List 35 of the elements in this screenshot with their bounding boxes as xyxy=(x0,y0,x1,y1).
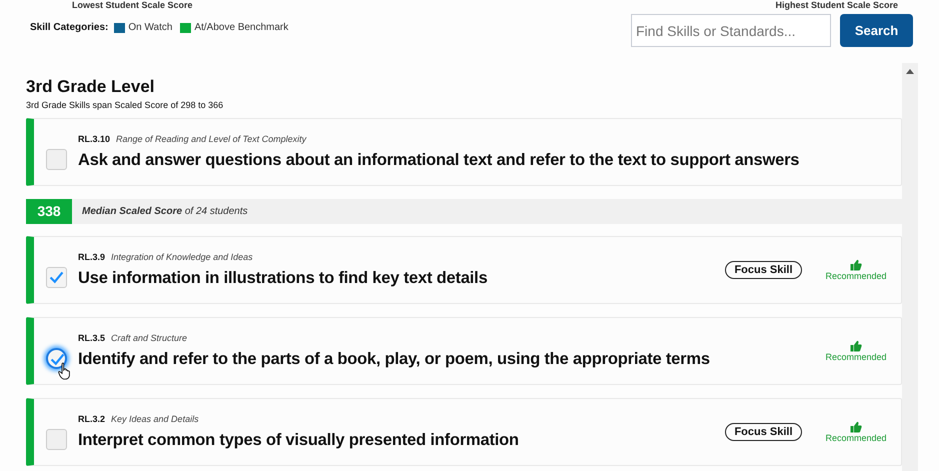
standard-category: Range of Reading and Level of Text Complexity xyxy=(116,134,306,144)
search-field[interactable]: Find Skills or Standards... xyxy=(631,14,831,47)
skill-title: Ask and answer questions about an informational text and refer to the text to support answers xyxy=(78,150,800,170)
grade-subtitle: 3rd Grade Skills span Scaled Score of 298 to 366 xyxy=(26,100,224,110)
skill-title: Interpret common types of visually presented information xyxy=(78,430,519,450)
focus-skill-badge: Focus Skill xyxy=(725,423,802,441)
checkbox[interactable] xyxy=(46,266,66,288)
standard-code: RL.3.10 xyxy=(78,134,110,144)
median-text: Median Scaled Score of 24 students xyxy=(82,206,248,217)
standard-code: RL.3.9 xyxy=(78,252,106,262)
recommended-label: Recommended xyxy=(825,271,887,281)
standard-category: Craft and Structure xyxy=(111,333,188,343)
standard-category: Integration of Knowledge and Ideas xyxy=(111,252,253,262)
scrollbar[interactable] xyxy=(902,63,918,471)
legend-label: At/Above Benchmark xyxy=(194,22,288,33)
standard-code: RL.3.2 xyxy=(78,414,106,424)
search-button[interactable]: Search xyxy=(840,14,913,47)
focus-skill-badge: Focus Skill xyxy=(725,261,802,279)
legend-label: On Watch xyxy=(128,22,172,33)
checkbox[interactable] xyxy=(46,148,66,170)
scroll-up-icon[interactable] xyxy=(906,69,914,74)
highest-score-label: Highest Student Scale Score xyxy=(775,0,898,10)
skill-title: Identify and refer to the parts of a book, play, or poem, using the appropriate terms xyxy=(78,349,710,369)
lowest-score-label: Lowest Student Scale Score xyxy=(72,0,194,10)
hand-cursor-icon xyxy=(58,362,71,380)
median-score: 338 xyxy=(26,199,72,224)
grade-title: 3rd Grade Level xyxy=(26,77,156,97)
standard-category: Key Ideas and Details xyxy=(111,414,199,424)
recommended-label: Recommended xyxy=(825,352,887,362)
standard-code: RL.3.5 xyxy=(78,333,106,343)
checkbox[interactable] xyxy=(46,428,66,450)
checkbox[interactable] xyxy=(46,348,66,368)
skill-title: Use information in illustrations to find key text details xyxy=(78,268,488,288)
recommended-label: Recommended xyxy=(825,433,887,443)
legend-title: Skill Categories: xyxy=(30,22,108,33)
